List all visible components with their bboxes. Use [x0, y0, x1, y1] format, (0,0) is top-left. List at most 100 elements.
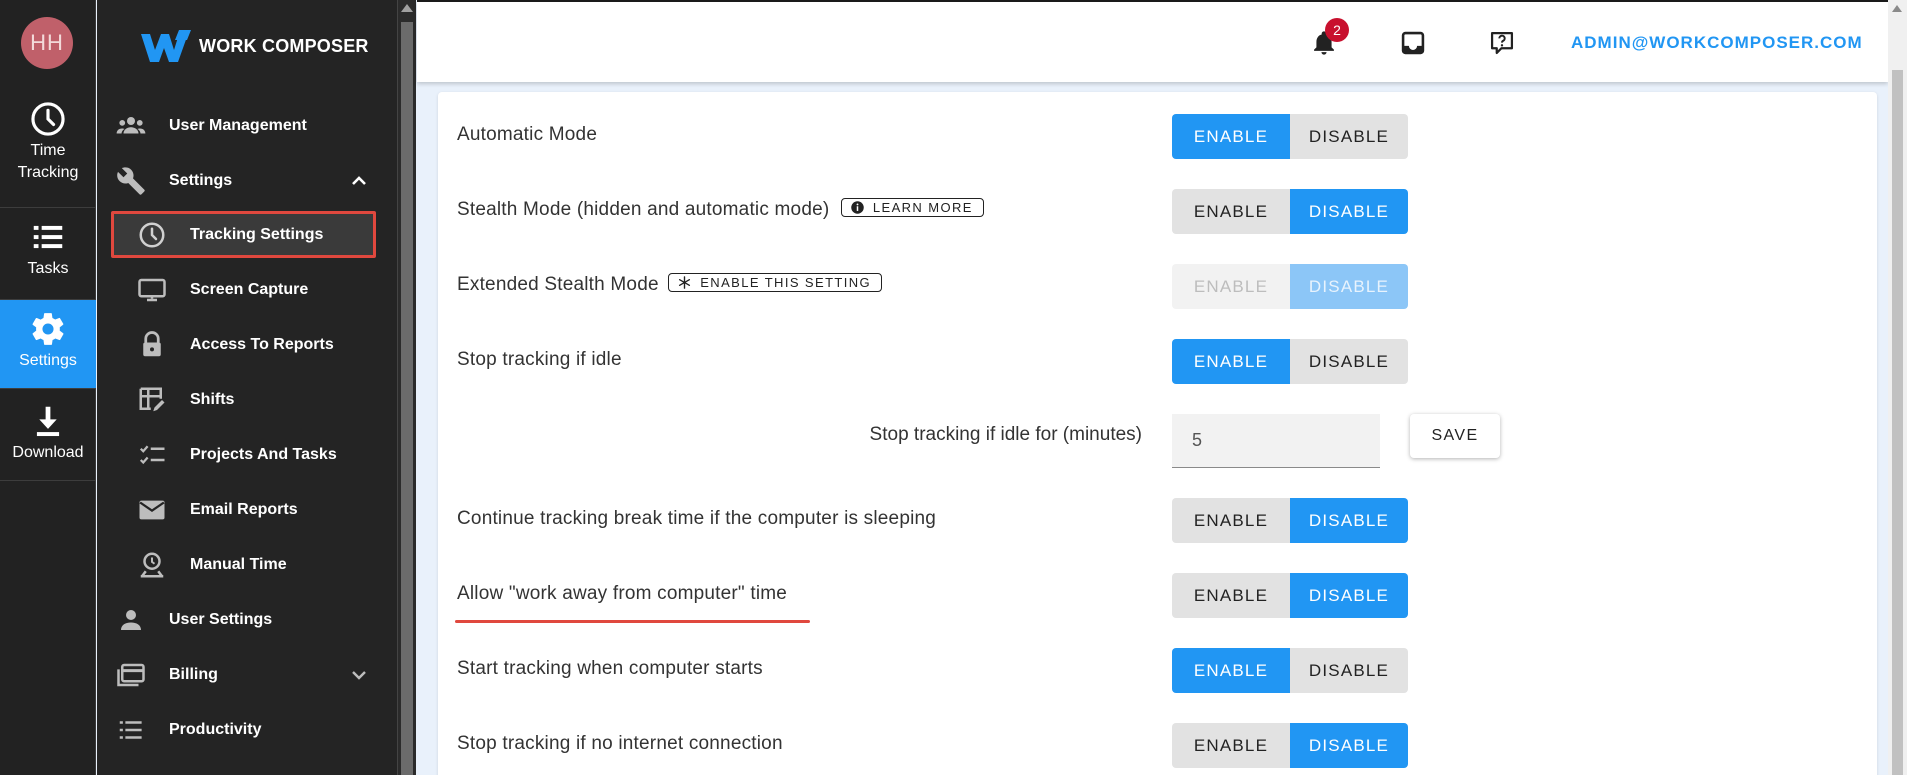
enable-button[interactable]: ENABLE: [1172, 573, 1290, 618]
list-icon: [119, 721, 142, 739]
user-email-link[interactable]: ADMIN@WORKCOMPOSER.COM: [1571, 33, 1863, 53]
nav-item-label: Access To Reports: [190, 336, 334, 353]
enable-button[interactable]: ENABLE: [1172, 339, 1290, 384]
gear-icon: [32, 313, 64, 345]
idle-minutes-input[interactable]: [1172, 414, 1380, 468]
disable-button[interactable]: DISABLE: [1290, 339, 1408, 384]
nav-item-email-reports[interactable]: Email Reports: [97, 488, 397, 532]
chip-label: LEARN MORE: [872, 200, 973, 216]
enable-button[interactable]: ENABLE: [1172, 723, 1290, 768]
clock-icon: [139, 222, 165, 248]
setting-label: Allow "work away from computer" time: [457, 583, 788, 604]
help-chat-icon: [1490, 31, 1514, 55]
enable-this-setting-chip[interactable]: ENABLE THIS SETTING: [668, 273, 883, 293]
rail-item-download[interactable]: Download: [0, 402, 96, 472]
scrollbar-thumb[interactable]: [401, 22, 413, 775]
enable-button[interactable]: ENABLE: [1172, 189, 1290, 234]
nav-item-billing[interactable]: Billing: [97, 653, 397, 697]
setting-label: Stealth Mode (hidden and automatic mode): [457, 199, 830, 220]
divider: [0, 480, 96, 481]
scroll-up-arrow-icon[interactable]: [1892, 5, 1902, 12]
disable-button[interactable]: DISABLE: [1290, 573, 1408, 618]
disable-button[interactable]: DISABLE: [1290, 189, 1408, 234]
notifications-button[interactable]: 2: [1307, 18, 1349, 60]
top-header: 2 ADMIN@WORKCOMPOSER.COM: [417, 0, 1888, 82]
avatar[interactable]: HH: [21, 17, 73, 69]
nav-item-shifts[interactable]: Shifts: [97, 378, 397, 422]
scroll-up-arrow-icon[interactable]: [401, 4, 413, 12]
nav-item-productivity[interactable]: Productivity: [97, 708, 397, 752]
app-logo[interactable]: WORK COMPOSER: [139, 28, 369, 64]
billing-icon: [117, 663, 145, 687]
nav-item-user-settings[interactable]: User Settings: [97, 598, 397, 642]
info-icon: [851, 201, 864, 215]
extended-stealth-mode-toggle: ENABLE DISABLE: [1172, 264, 1408, 309]
enable-button[interactable]: ENABLE: [1172, 114, 1290, 159]
rail-item-settings[interactable]: Settings: [0, 300, 96, 388]
disable-button[interactable]: DISABLE: [1290, 648, 1408, 693]
setting-label-row: Stealth Mode (hidden and automatic mode)…: [457, 198, 984, 221]
disable-button[interactable]: DISABLE: [1290, 114, 1408, 159]
work-away-time-toggle: ENABLE DISABLE: [1172, 573, 1408, 618]
download-icon: [36, 406, 60, 437]
nav-item-manual-time[interactable]: Manual Time: [97, 543, 397, 587]
setting-label: Start tracking when computer starts: [457, 658, 763, 679]
chevron-down-icon[interactable]: [347, 663, 371, 687]
nav-item-label: Billing: [169, 666, 218, 683]
enable-button[interactable]: ENABLE: [1172, 498, 1290, 543]
rail-item-label: Settings: [19, 352, 77, 369]
rail-item-tasks[interactable]: Tasks: [0, 218, 96, 288]
nav-item-label: Projects And Tasks: [190, 446, 337, 463]
nav-item-user-management[interactable]: User Management: [97, 104, 397, 148]
setting-label: Stop tracking if no internet connection: [457, 733, 783, 754]
setting-label-row: Extended Stealth Mode ENABLE THIS SETTIN…: [457, 273, 883, 296]
rail-item-time-tracking[interactable]: Time Tracking: [0, 100, 96, 195]
enable-button[interactable]: ENABLE: [1172, 648, 1290, 693]
nav-item-label: Settings: [169, 172, 233, 189]
settings-nav: WORK COMPOSER User Management Settings T…: [97, 0, 397, 775]
page-scrollbar[interactable]: [1888, 0, 1907, 775]
disable-button[interactable]: DISABLE: [1290, 498, 1408, 543]
disable-button[interactable]: DISABLE: [1290, 723, 1408, 768]
mail-icon: [139, 500, 165, 520]
stealth-mode-toggle: ENABLE DISABLE: [1172, 189, 1408, 234]
nav-item-label: User Management: [169, 117, 307, 134]
annotation-underline: [455, 620, 810, 623]
divider: [0, 388, 96, 389]
nav-item-tracking-settings[interactable]: Tracking Settings: [97, 213, 397, 257]
learn-more-chip[interactable]: LEARN MORE: [840, 198, 984, 218]
list-icon: [33, 225, 63, 249]
help-button[interactable]: [1485, 26, 1519, 60]
setting-label: Stop tracking if idle: [457, 349, 622, 370]
nav-item-projects-and-tasks[interactable]: Projects And Tasks: [97, 433, 397, 477]
setting-label: Continue tracking break time if the comp…: [457, 508, 937, 529]
nav-item-screen-capture[interactable]: Screen Capture: [97, 268, 397, 312]
scrollbar-thumb[interactable]: [1892, 70, 1903, 775]
nav-item-label: Screen Capture: [190, 281, 309, 298]
logo-text: WORK COMPOSER: [199, 35, 369, 56]
nav-item-label: Manual Time: [190, 556, 287, 573]
clock-icon: [31, 102, 65, 136]
chevron-up-icon[interactable]: [347, 169, 371, 193]
continue-break-time-toggle: ENABLE DISABLE: [1172, 498, 1408, 543]
avatar-initials: HH: [30, 30, 64, 55]
wrench-icon: [117, 167, 145, 195]
monitor-icon: [138, 278, 166, 302]
nav-item-settings[interactable]: Settings: [97, 159, 397, 203]
disable-button: DISABLE: [1290, 264, 1408, 309]
save-button[interactable]: SAVE: [1410, 414, 1500, 458]
rail-item-label: Tracking: [17, 164, 79, 181]
users-icon: [116, 117, 146, 134]
stop-if-idle-toggle: ENABLE DISABLE: [1172, 339, 1408, 384]
nav-item-label: Shifts: [190, 391, 235, 408]
setting-label: Automatic Mode: [457, 124, 598, 145]
rail-item-label: Tasks: [27, 260, 69, 277]
nav-item-access-to-reports[interactable]: Access To Reports: [97, 323, 397, 367]
divider: [0, 207, 96, 208]
rail-item-label: Time: [30, 142, 66, 159]
manual-time-icon: [140, 552, 164, 578]
start-on-boot-toggle: ENABLE DISABLE: [1172, 648, 1408, 693]
inbox-button[interactable]: [1396, 26, 1430, 60]
schedule-icon: [139, 387, 165, 412]
nav-scrollbar[interactable]: [397, 0, 416, 775]
